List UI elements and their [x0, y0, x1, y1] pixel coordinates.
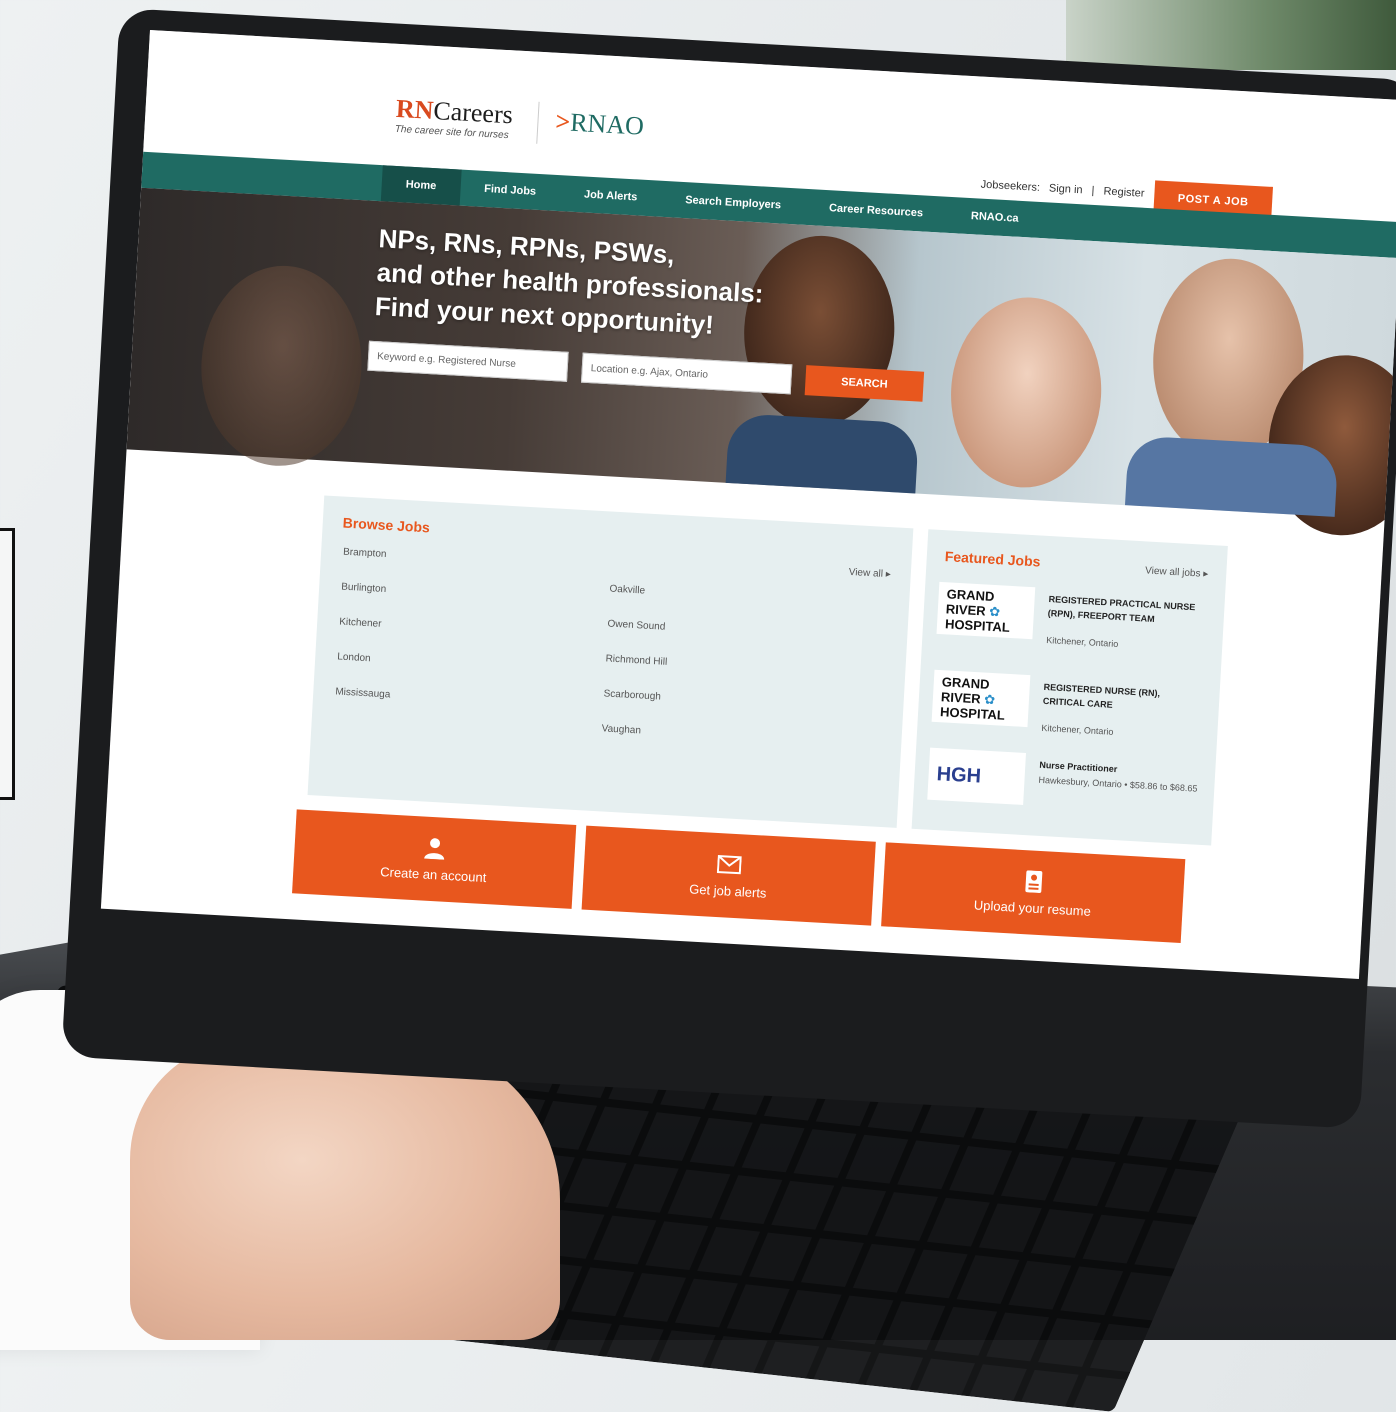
featured-job-card[interactable]: GRAND RIVER ✿ HOSPITAL REGISTERED PRACTI… — [935, 581, 1215, 677]
city-link[interactable]: Burlington — [341, 582, 397, 596]
background-frame — [0, 528, 15, 800]
document-icon — [1025, 869, 1043, 893]
city-link[interactable]: Richmond Hill — [605, 653, 667, 667]
hero-photo-scrubs — [1124, 435, 1339, 517]
grand-river-hospital-logo: GRAND RIVER ✿ HOSPITAL — [931, 669, 1031, 728]
browser-screen: RNCareers The career site for nurses >RN… — [100, 30, 1396, 979]
hero-headline: NPs, RNs, RPNs, PSWs, and other health p… — [374, 223, 765, 340]
job-title[interactable]: REGISTERED NURSE (RN), CRITICAL CARE — [1043, 680, 1204, 717]
browse-view-all-link[interactable]: View all ▸ — [848, 567, 891, 580]
city-link[interactable]: Vaughan — [601, 723, 663, 737]
job-location: Kitchener, Ontario — [1046, 634, 1119, 650]
hero-photo-person — [195, 261, 367, 471]
flower-icon: ✿ — [988, 603, 1001, 620]
background-plant — [1066, 0, 1396, 70]
nav-home[interactable]: Home — [380, 165, 462, 206]
hgh-logo: HGH — [927, 747, 1027, 805]
grand-river-hospital-logo: GRAND RIVER ✿ HOSPITAL — [936, 581, 1036, 640]
city-link[interactable]: Kitchener — [339, 616, 395, 630]
account-links: Jobseekers: Sign in | Register — [977, 178, 1147, 200]
city-link[interactable]: Mississauga — [335, 686, 391, 700]
create-account-button[interactable]: Create an account — [292, 809, 577, 909]
city-link[interactable]: Owen Sound — [607, 618, 669, 632]
person-hand — [130, 1040, 560, 1340]
logo-divider — [536, 101, 540, 144]
envelope-icon — [716, 854, 742, 874]
browse-jobs-panel: Browse Jobs View all ▸ Brampton Burlingt… — [307, 495, 914, 828]
featured-jobs-title: Featured Jobs — [944, 548, 1041, 570]
link-separator: | — [1091, 184, 1095, 197]
flower-icon: ✿ — [983, 691, 996, 708]
city-link[interactable]: Oakville — [609, 584, 671, 598]
job-alerts-button[interactable]: Get job alerts — [581, 825, 876, 926]
featured-view-all-link[interactable]: View all jobs ▸ — [1145, 565, 1209, 580]
featured-jobs-panel: Featured Jobs View all jobs ▸ GRAND RIVE… — [911, 529, 1228, 846]
job-title[interactable]: REGISTERED PRACTICAL NURSE (RPN), FREEPO… — [1047, 592, 1208, 629]
city-link[interactable]: London — [337, 651, 393, 665]
jobseekers-label: Jobseekers: — [980, 178, 1041, 194]
nav-job-alerts[interactable]: Job Alerts — [559, 175, 662, 217]
featured-job-card[interactable]: HGH Nurse Practitioner Hawkesbury, Ontar… — [926, 747, 1206, 843]
city-column: Oakville Owen Sound Richmond Hill Scarbo… — [601, 584, 671, 738]
person-icon — [424, 837, 445, 860]
city-link[interactable]: Brampton — [343, 547, 399, 561]
hero-photo-scrubs — [725, 412, 920, 494]
keyword-search-input[interactable]: Keyword e.g. Registered Nurse — [367, 340, 569, 382]
city-link[interactable]: Scarborough — [603, 688, 665, 702]
register-link[interactable]: Register — [1103, 185, 1145, 199]
sign-in-link[interactable]: Sign in — [1049, 182, 1083, 196]
city-column: Brampton Burlington Kitchener London Mis… — [335, 547, 398, 701]
job-location: Kitchener, Ontario — [1041, 722, 1114, 737]
rnao-logo[interactable]: >RNAO — [555, 107, 645, 142]
hero-photo-person — [945, 293, 1107, 492]
upload-resume-button[interactable]: Upload your resume — [881, 842, 1186, 943]
nav-find-jobs[interactable]: Find Jobs — [459, 170, 561, 212]
rnao-arrow-icon: > — [554, 106, 572, 137]
browse-jobs-title: Browse Jobs — [342, 514, 431, 536]
nav-rnao-ca[interactable]: RNAO.ca — [946, 197, 1044, 238]
